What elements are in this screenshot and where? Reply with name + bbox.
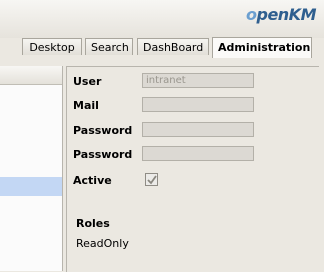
tab-search[interactable]: Search	[85, 38, 133, 55]
active-label: Active	[73, 174, 112, 187]
password-field[interactable]	[142, 122, 254, 137]
main-tabs: Desktop Search DashBoard Administration	[0, 37, 324, 59]
mail-label: Mail	[73, 99, 99, 112]
active-checkbox[interactable]	[145, 173, 158, 186]
password-label: Password	[73, 124, 133, 137]
openkm-logo: openKM	[245, 5, 317, 24]
password-confirm-label: Password	[73, 148, 133, 161]
user-field[interactable]: intranet	[142, 73, 254, 88]
password-confirm-field[interactable]	[142, 146, 254, 161]
tab-administration[interactable]: Administration	[212, 37, 312, 58]
top-bar: openKM	[0, 0, 324, 38]
user-label: User	[73, 75, 102, 88]
tab-dashboard[interactable]: DashBoard	[137, 38, 209, 55]
user-list-panel	[0, 66, 63, 271]
user-list-header	[0, 66, 62, 85]
tab-desktop[interactable]: Desktop	[22, 38, 82, 55]
selected-user-row[interactable]	[0, 177, 62, 196]
mail-field[interactable]	[142, 97, 254, 112]
role-item: ReadOnly	[76, 237, 129, 250]
checkmark-icon	[147, 175, 157, 185]
roles-title: Roles	[76, 217, 110, 230]
admin-content: User intranet Mail Password Password Act…	[0, 58, 324, 272]
user-edit-form: User intranet Mail Password Password Act…	[66, 66, 319, 272]
